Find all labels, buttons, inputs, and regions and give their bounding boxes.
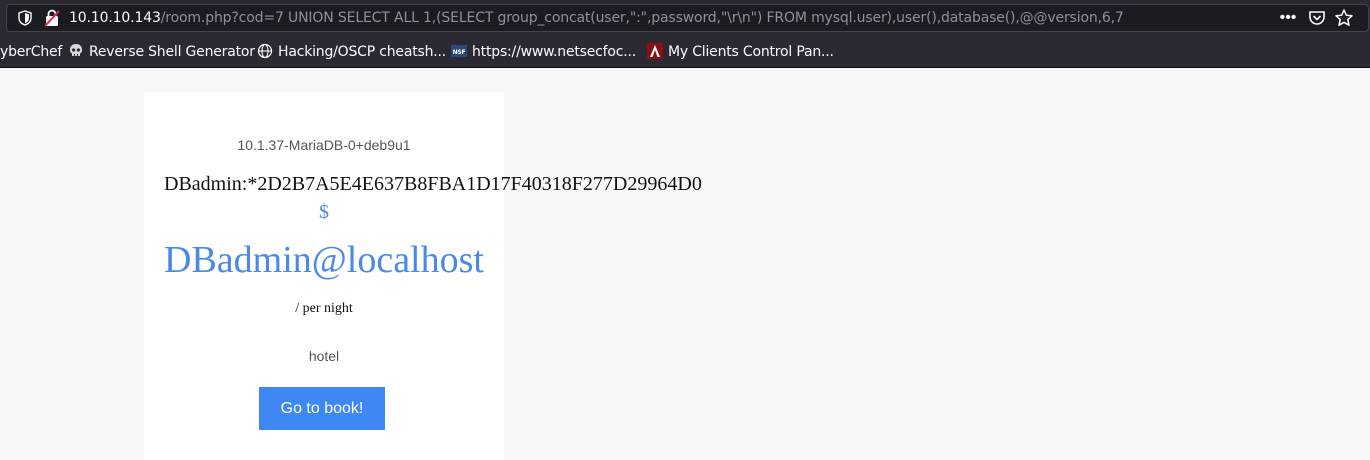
price-value: DBadmin@localhost [164, 239, 484, 281]
per-night-label: / per night [295, 301, 353, 316]
bookmark-label: https://www.netsecfoc... [472, 44, 637, 60]
bookmark-label: Reverse Shell Generator [89, 44, 255, 60]
page-actions-icon[interactable]: ••• [1278, 8, 1298, 28]
db-version-text: 10.1.37-MariaDB-0+deb9u1 [237, 137, 411, 153]
bookmark-label: Hacking/OSCP cheatsh... [278, 44, 447, 60]
currency-symbol: $ [319, 201, 329, 223]
navigation-toolbar: 10.10.10.143/room.php?cod=7 UNION SELECT… [0, 0, 1370, 36]
room-category: hotel [308, 348, 340, 364]
bookmark-label: yberChef [0, 44, 63, 60]
bookmark-star-icon[interactable] [1334, 8, 1354, 28]
red-logo-icon [647, 43, 663, 59]
svg-text:NSF: NSF [453, 49, 466, 56]
bookmark-label: My Clients Control Pan... [668, 44, 834, 60]
skull-icon [70, 44, 82, 56]
bookmark-clients-control-panel[interactable]: My Clients Control Pan... [647, 43, 834, 61]
insecure-lock-icon[interactable] [44, 9, 60, 27]
bookmark-netsecfocus[interactable]: NSF https://www.netsecfoc... [451, 43, 636, 61]
bookmarks-toolbar: yberChef Reverse Shell Generator Hacking… [0, 36, 1370, 68]
globe-icon [257, 43, 273, 59]
bookmark-oscp-cheatsheet[interactable]: Hacking/OSCP cheatsh... [257, 43, 446, 61]
nsf-icon: NSF [451, 45, 467, 57]
go-to-book-button[interactable]: Go to book! [259, 387, 385, 430]
pocket-icon[interactable] [1307, 8, 1327, 28]
url-host: 10.10.10.143 [69, 10, 161, 26]
shield-icon[interactable] [18, 10, 32, 26]
bookmark-reverse-shell-generator[interactable]: Reverse Shell Generator [68, 43, 255, 61]
url-text[interactable]: 10.10.10.143/room.php?cod=7 UNION SELECT… [69, 9, 1124, 27]
db-credentials-title: DBadmin:*2D2B7A5E4E637B8FBA1D17F40318F27… [164, 173, 702, 195]
bookmark-cyberchef[interactable]: yberChef [0, 43, 62, 61]
url-path: /room.php?cod=7 UNION SELECT ALL 1,(SELE… [160, 10, 1124, 26]
